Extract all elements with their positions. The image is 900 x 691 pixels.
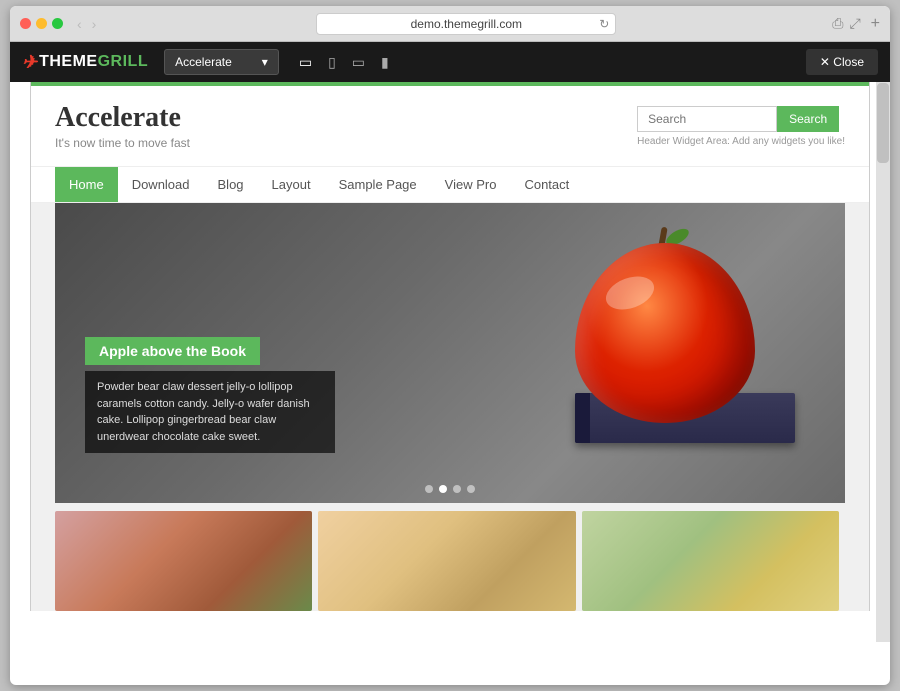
slider-dots	[425, 485, 475, 493]
forward-button[interactable]: ›	[88, 14, 101, 34]
slider-dot-2[interactable]	[439, 485, 447, 493]
nav-item-sample-page[interactable]: Sample Page	[325, 167, 431, 202]
thumbnail-2[interactable]	[318, 511, 575, 611]
browser-dots	[20, 18, 63, 29]
logo-theme: THEME	[39, 53, 98, 70]
hero-slider[interactable]: Apple above the Book Powder bear claw de…	[55, 203, 845, 503]
logo-grill: GRILL	[98, 53, 149, 70]
device-icons: ▭ ▯ ▭ ▮	[295, 50, 393, 75]
apple-body	[575, 243, 755, 423]
desktop-icon[interactable]: ▭	[295, 50, 316, 75]
fullscreen-button[interactable]: ⤢	[849, 15, 860, 33]
nav-item-contact[interactable]: Contact	[510, 167, 583, 202]
website-frame: Accelerate It's now time to move fast Se…	[30, 82, 870, 611]
slider-description: Powder bear claw dessert jelly-o lollipo…	[85, 371, 335, 453]
slider-dot-3[interactable]	[453, 485, 461, 493]
browser-window: ‹ › demo.themegrill.com ↻ ⎙ ⤢ + ✈ THEMEG…	[10, 6, 890, 685]
header-widget-text: Header Widget Area: Add any widgets you …	[637, 136, 845, 147]
nav-item-layout[interactable]: Layout	[258, 167, 325, 202]
chevron-down-icon: ▾	[262, 55, 268, 69]
nav-item-home[interactable]: Home	[55, 167, 118, 202]
thumbnail-1[interactable]	[55, 511, 312, 611]
url-text: demo.themegrill.com	[411, 17, 522, 31]
tablet-icon[interactable]: ▯	[324, 50, 340, 75]
thumbnails-row	[31, 511, 869, 611]
search-button[interactable]: Search	[777, 106, 839, 132]
scrollbar-thumb[interactable]	[877, 83, 889, 163]
logo-text: THEMEGRILL	[39, 53, 148, 71]
browser-nav: ‹ ›	[73, 14, 100, 34]
new-tab-button[interactable]: +	[871, 15, 880, 33]
site-tagline: It's now time to move fast	[55, 136, 190, 150]
address-bar-wrap: demo.themegrill.com ↻	[110, 13, 822, 35]
hero-image: Apple above the Book Powder bear claw de…	[55, 203, 845, 503]
site-title-block: Accelerate It's now time to move fast	[55, 102, 190, 150]
site-title: Accelerate	[55, 102, 190, 134]
site-search-area: Search Header Widget Area: Add any widge…	[637, 106, 845, 147]
page-wrapper: ‹ › demo.themegrill.com ↻ ⎙ ⤢ + ✈ THEMEG…	[0, 0, 900, 691]
browser-actions: ⎙ ⤢ +	[832, 15, 880, 33]
back-button[interactable]: ‹	[73, 14, 86, 34]
site-search-row: Search	[637, 106, 845, 132]
slider-dot-4[interactable]	[467, 485, 475, 493]
theme-selector-value: Accelerate	[175, 55, 232, 69]
scrollbar-track	[876, 82, 890, 642]
dot-yellow[interactable]	[36, 18, 47, 29]
site-nav: Home Download Blog Layout Sample Page Vi…	[31, 167, 869, 203]
dot-green[interactable]	[52, 18, 63, 29]
refresh-icon[interactable]: ↻	[599, 17, 609, 31]
browser-titlebar: ‹ › demo.themegrill.com ↻ ⎙ ⤢ +	[10, 6, 890, 42]
address-bar[interactable]: demo.themegrill.com ↻	[316, 13, 616, 35]
slider-title: Apple above the Book	[85, 337, 260, 365]
tg-logo: ✈ THEMEGRILL	[22, 52, 148, 73]
apple-illustration	[565, 223, 765, 443]
slider-dot-1[interactable]	[425, 485, 433, 493]
dot-red[interactable]	[20, 18, 31, 29]
search-input[interactable]	[637, 106, 777, 132]
nav-item-view-pro[interactable]: View Pro	[431, 167, 511, 202]
thumbnail-3[interactable]	[582, 511, 839, 611]
tg-toolbar: ✈ THEMEGRILL Accelerate ▾ ▭ ▯ ▭ ▮ ✕ Clos…	[10, 42, 890, 82]
share-button[interactable]: ⎙	[832, 15, 843, 33]
theme-selector[interactable]: Accelerate ▾	[164, 49, 279, 75]
logo-icon: ✈	[22, 52, 37, 73]
nav-item-download[interactable]: Download	[118, 167, 204, 202]
mobile-icon[interactable]: ▮	[377, 50, 393, 75]
close-button[interactable]: ✕ Close	[806, 49, 878, 75]
site-header: Accelerate It's now time to move fast Se…	[31, 86, 869, 167]
nav-item-blog[interactable]: Blog	[204, 167, 258, 202]
slider-caption: Apple above the Book Powder bear claw de…	[85, 337, 335, 453]
apple-highlight	[601, 270, 658, 315]
mobile-landscape-icon[interactable]: ▭	[348, 50, 369, 75]
